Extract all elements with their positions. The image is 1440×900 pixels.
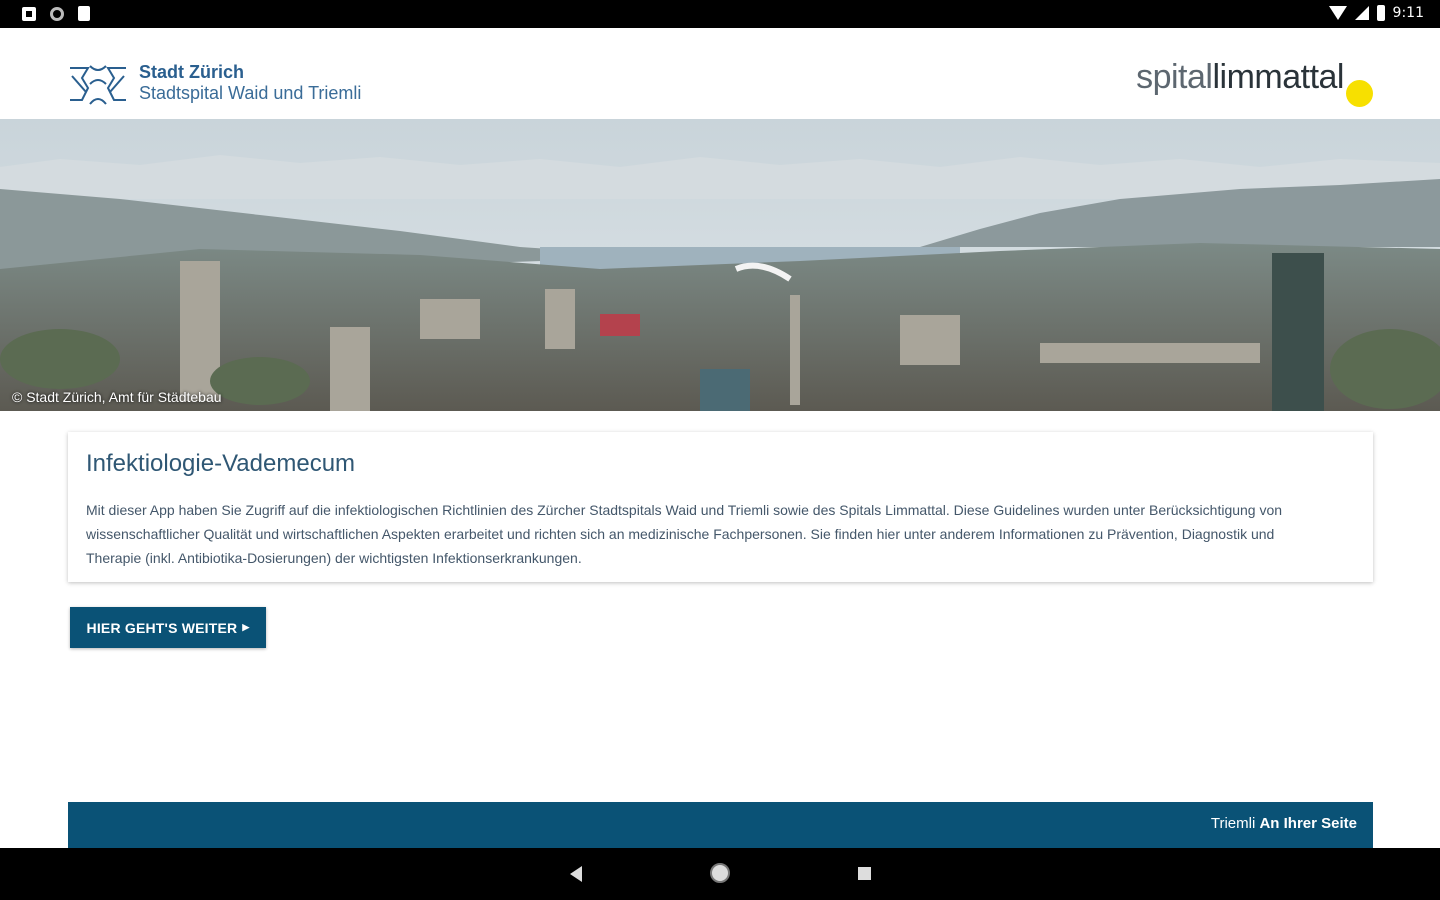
back-icon[interactable]: [570, 866, 582, 882]
zurich-coat-of-arms-logo: [70, 65, 126, 105]
status-left-icons: [22, 6, 90, 21]
recent-apps-icon[interactable]: [858, 867, 871, 880]
city-logo-text: Stadt Zürich Stadtspital Waid und Trieml…: [139, 62, 361, 104]
footer-slogan-light: Triemli: [1210, 815, 1256, 832]
signal-icon: [1354, 6, 1369, 20]
partner-logo-bold: limmattal: [1212, 58, 1344, 96]
partner-logo-light: spital: [1136, 58, 1213, 96]
status-time: 9:11: [1392, 5, 1424, 21]
footer-bar: Triemli An Ihrer Seite: [68, 802, 1373, 848]
city-title: Stadt Zürich: [139, 62, 245, 82]
sync-icon: [50, 6, 64, 21]
logo-yellow-dot: [1346, 80, 1373, 107]
photo-credit: © Stadt Zürich, Amt für Städtebau: [12, 389, 222, 405]
chevron-right-icon: ▶: [242, 622, 250, 632]
continue-button[interactable]: HIER GEHT'S WEITER ▶: [70, 607, 266, 648]
system-navigation-bar: [0, 848, 1440, 900]
footer-slogan-bold: An Ihrer Seite: [1259, 815, 1357, 832]
hero-image: © Stadt Zürich, Amt für Städtebau: [0, 119, 1440, 411]
status-bar: 9:11: [0, 0, 1440, 28]
home-icon[interactable]: [710, 863, 730, 883]
card-title: Infektiologie-Vademecum: [86, 450, 356, 477]
city-subtitle: Stadtspital Waid und Triemli: [139, 83, 362, 103]
notification-icon: [22, 6, 36, 21]
continue-button-label: HIER GEHT'S WEITER: [86, 619, 238, 636]
card-description: Mit dieser App haben Sie Zugriff auf die…: [86, 502, 1283, 566]
battery-icon: [1376, 5, 1385, 21]
zurich-panorama-image: [0, 119, 1440, 411]
footer-slogan: Triemli An Ihrer Seite: [1211, 815, 1357, 832]
sd-card-icon: [78, 6, 90, 21]
wifi-icon: [1328, 6, 1347, 20]
intro-card: Infektiologie-Vademecum Mit dieser App h…: [68, 432, 1373, 582]
spital-limmattal-logo: spitallimmattal: [1136, 58, 1344, 97]
status-right-icons: 9:11: [1328, 5, 1424, 21]
